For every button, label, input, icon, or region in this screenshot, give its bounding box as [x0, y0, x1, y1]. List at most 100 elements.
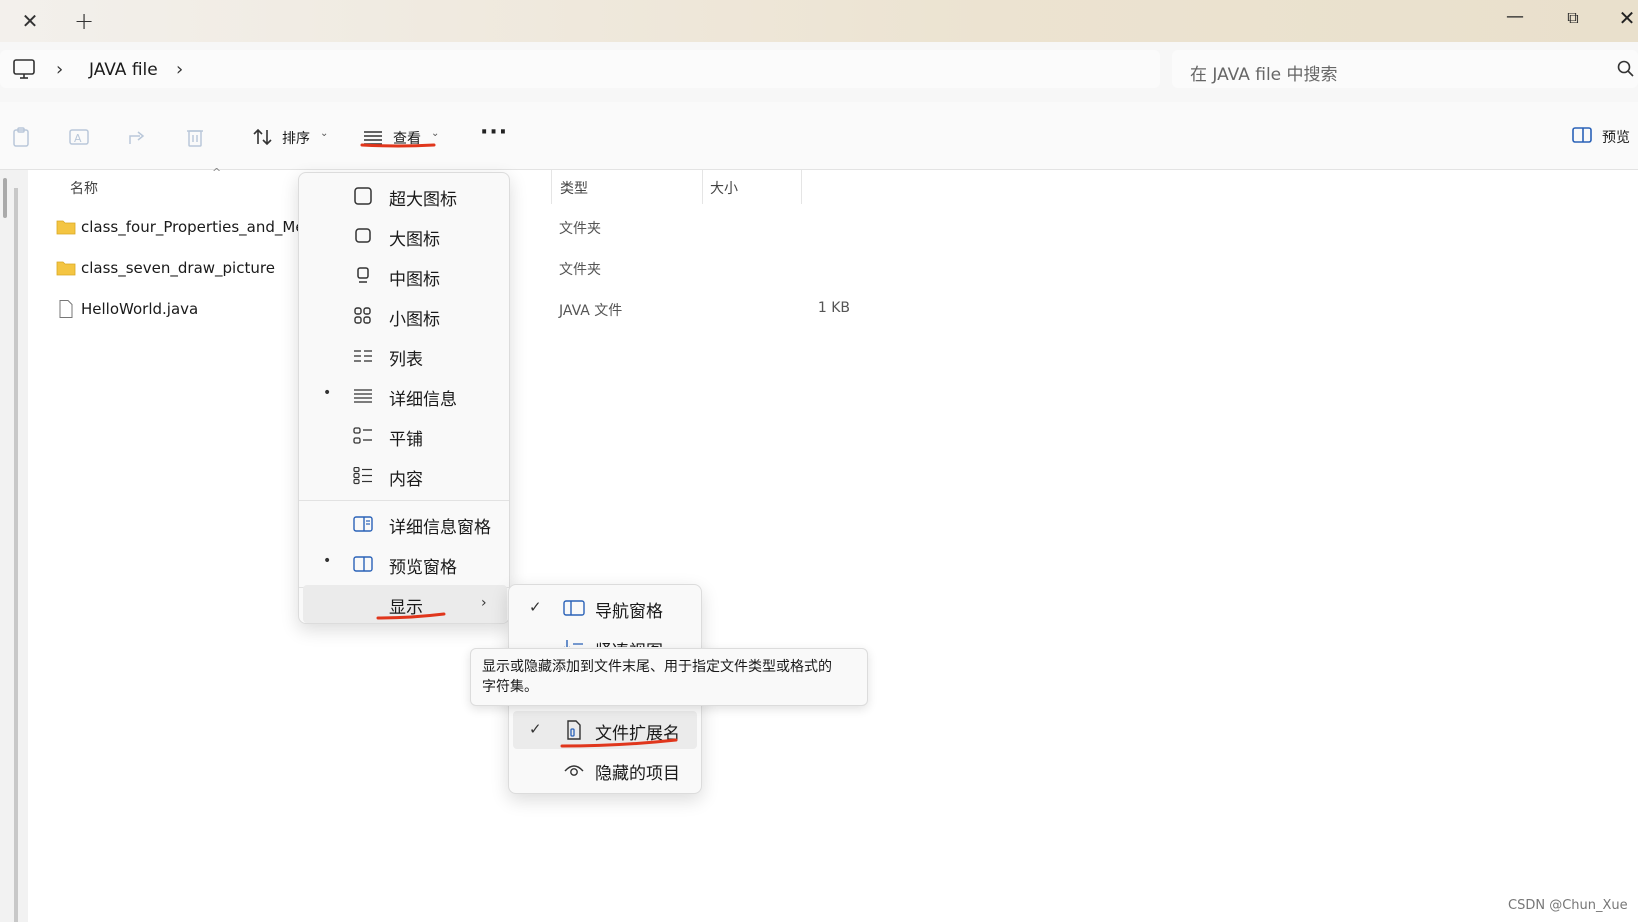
minimize-button[interactable]: — — [1500, 6, 1530, 30]
address-bar[interactable] — [0, 50, 1160, 88]
preview-pane-icon — [1572, 127, 1592, 143]
tiles-icon — [353, 427, 372, 444]
search-icon[interactable] — [1616, 59, 1636, 79]
menu-item-label: 预览窗格 — [389, 558, 457, 578]
medium-icons-icon — [357, 267, 369, 283]
menu-item-details-pane[interactable]: 详细信息窗格 — [303, 505, 507, 543]
tooltip-line: 显示或隐藏添加到文件末尾、用于指定文件类型或格式的 — [482, 659, 832, 675]
share-icon[interactable] — [126, 126, 148, 148]
rename-icon[interactable]: A — [68, 126, 90, 148]
list-icon — [354, 350, 372, 362]
annotation-underline — [376, 612, 446, 620]
file-name: HelloWorld.java — [81, 300, 199, 318]
details-pane-icon — [353, 516, 373, 532]
file-size: 1 KB — [817, 300, 850, 316]
command-bar: A 排序 ⌄ 查看 ⌄ ··· — [0, 102, 1638, 170]
scrollbar[interactable] — [14, 188, 18, 922]
menu-item-details[interactable]: • 详细信息 — [303, 377, 507, 415]
sort-up-icon: ^ — [212, 166, 222, 179]
chevron-down-icon[interactable]: ⌄ — [431, 128, 439, 139]
address-row: › JAVA file › 在 JAVA file 中搜索 — [0, 42, 1638, 102]
submenu-item-hidden-items[interactable]: 隐藏的项目 — [513, 751, 697, 789]
annotation-underline — [560, 738, 678, 748]
file-name: class_seven_draw_picture — [81, 259, 275, 277]
sort-button[interactable]: 排序 — [282, 128, 310, 148]
submenu-item-navigation-pane[interactable]: ✓ 导航窗格 — [513, 589, 697, 627]
chevron-down-icon[interactable]: ⌄ — [320, 128, 328, 139]
extra-large-icons-icon — [354, 187, 372, 205]
folder-icon — [56, 220, 76, 235]
search-input[interactable]: 在 JAVA file 中搜索 — [1190, 60, 1338, 85]
file-extension-icon — [567, 720, 581, 740]
menu-item-preview-pane[interactable]: • 预览窗格 — [303, 545, 507, 583]
menu-item-list[interactable]: 列表 — [303, 337, 507, 375]
content-icon — [353, 467, 372, 485]
menu-item-label: 大图标 — [389, 230, 440, 250]
menu-item-label: 内容 — [389, 470, 423, 490]
annotation-underline — [360, 143, 436, 148]
paste-icon[interactable] — [10, 126, 32, 148]
menu-item-medium-icons[interactable]: 中图标 — [303, 257, 507, 295]
menu-item-label: 中图标 — [389, 270, 440, 290]
chevron-right-icon: › — [481, 595, 487, 611]
submenu-item-compact-view[interactable]: 紧凑视图 — [513, 629, 697, 647]
tooltip: 显示或隐藏添加到文件末尾、用于指定文件类型或格式的 字符集。 — [470, 648, 868, 706]
column-header-size[interactable]: 大小 — [710, 178, 738, 198]
small-icons-icon — [354, 307, 371, 324]
tooltip-line: 字符集。 — [482, 679, 538, 695]
preview-label: 预览 — [1602, 130, 1630, 146]
menu-item-large-icons[interactable]: 大图标 — [303, 217, 507, 255]
file-name: class_four_Properties_and_Me — [81, 218, 305, 236]
hidden-items-icon — [564, 765, 584, 776]
file-type: 文件夹 — [559, 221, 601, 237]
watermark: CSDN @Chun_Xue — [1508, 898, 1628, 913]
preview-pane-icon — [353, 556, 373, 572]
this-pc-icon[interactable] — [12, 58, 36, 80]
submenu-item-label: 紧凑视图 — [595, 637, 663, 647]
check-icon: ✓ — [529, 598, 542, 616]
file-type: JAVA 文件 — [559, 303, 623, 319]
file-icon — [59, 300, 73, 318]
menu-item-label: 详细信息 — [389, 390, 457, 410]
large-icons-icon — [355, 228, 371, 243]
more-options-button[interactable]: ··· — [480, 120, 508, 145]
menu-separator — [299, 500, 509, 501]
menu-item-label: 列表 — [389, 350, 423, 370]
view-menu: 超大图标 大图标 中图标 小图标 列表 • 详细信息 平铺 内容 详细信息窗格 … — [298, 172, 510, 624]
submenu-item-label: 隐藏的项目 — [595, 764, 680, 784]
menu-item-small-icons[interactable]: 小图标 — [303, 297, 507, 335]
menu-item-content[interactable]: 内容 — [303, 457, 507, 495]
title-bar: ✕ + — ⧉ ✕ — [0, 0, 1638, 42]
navigation-pane-icon — [563, 600, 585, 616]
restore-button[interactable]: ⧉ — [1558, 4, 1588, 32]
menu-item-label: 详细信息窗格 — [389, 518, 491, 538]
sort-icon[interactable] — [252, 126, 274, 148]
column-header-type[interactable]: 类型 — [560, 178, 588, 198]
column-divider[interactable] — [702, 170, 703, 204]
menu-item-label: 小图标 — [389, 310, 440, 330]
close-tab-button[interactable]: ✕ — [18, 8, 42, 34]
details-icon — [354, 389, 372, 403]
new-tab-button[interactable]: + — [72, 8, 96, 34]
column-header-name[interactable]: 名称 — [70, 178, 98, 198]
breadcrumb-chevron-icon[interactable]: › — [176, 59, 183, 80]
selected-bullet-icon: • — [323, 553, 332, 569]
menu-item-tiles[interactable]: 平铺 — [303, 417, 507, 455]
svg-text:A: A — [74, 132, 82, 145]
close-window-button[interactable]: ✕ — [1612, 4, 1638, 32]
check-icon: ✓ — [529, 720, 542, 738]
delete-icon[interactable] — [184, 126, 206, 148]
menu-item-extra-large-icons[interactable]: 超大图标 — [303, 177, 507, 215]
compact-view-icon — [564, 640, 583, 647]
preview-pane-button[interactable]: 预览 — [1572, 124, 1638, 150]
breadcrumb-chevron-icon[interactable]: › — [56, 59, 63, 80]
selected-bullet-icon: • — [323, 385, 332, 401]
menu-item-label: 超大图标 — [389, 190, 457, 210]
breadcrumb-item-java-file[interactable]: JAVA file — [89, 60, 158, 80]
scrollbar-thumb[interactable] — [3, 178, 7, 218]
column-divider[interactable] — [551, 170, 552, 204]
column-divider[interactable] — [801, 170, 802, 204]
folder-icon — [56, 261, 76, 276]
file-type: 文件夹 — [559, 262, 601, 278]
menu-item-label: 平铺 — [389, 430, 423, 450]
